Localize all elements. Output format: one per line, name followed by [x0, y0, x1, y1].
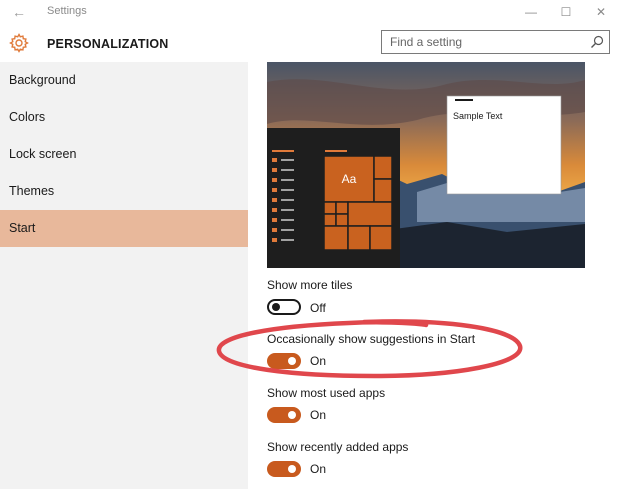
maximize-button[interactable]: ☐: [556, 3, 576, 21]
toggle-knob: [288, 465, 296, 473]
window-title: Settings: [47, 5, 87, 17]
title-bar: ← Settings — ☐ ✕: [0, 0, 620, 25]
preview-tiles: [323, 155, 393, 251]
header: PERSONALIZATION: [0, 25, 620, 62]
show-recently-added-state: On: [310, 462, 327, 476]
minimize-button[interactable]: —: [521, 3, 541, 21]
toggle-knob: [288, 411, 296, 419]
show-suggestions-toggle[interactable]: [267, 353, 301, 369]
sidebar-item-themes[interactable]: Themes: [0, 173, 248, 210]
sidebar-item-background[interactable]: Background: [0, 62, 248, 99]
preview-tile-label: Aa: [342, 172, 357, 186]
show-most-used-label: Show most used apps: [267, 386, 386, 400]
toggle-knob: [272, 303, 280, 311]
search-box[interactable]: [381, 30, 610, 54]
show-more-tiles-label: Show more tiles: [267, 278, 353, 292]
sidebar-item-start[interactable]: Start: [0, 210, 248, 247]
show-suggestions-state: On: [310, 354, 327, 368]
gear-icon: [9, 33, 29, 53]
search-icon[interactable]: [589, 34, 605, 50]
close-button[interactable]: ✕: [591, 3, 611, 21]
show-more-tiles-toggle[interactable]: [267, 299, 301, 315]
preview-sample-text: Sample Text: [453, 111, 503, 121]
show-recently-added-label: Show recently added apps: [267, 440, 409, 454]
sidebar-item-colors[interactable]: Colors: [0, 99, 248, 136]
page-title: PERSONALIZATION: [47, 37, 169, 51]
search-input[interactable]: [390, 34, 580, 50]
main-panel: Aa Sample Text Show more tiles Off Occas…: [248, 62, 620, 489]
sidebar-item-lock-screen[interactable]: Lock screen: [0, 136, 248, 173]
start-preview-image: Aa Sample Text: [267, 62, 585, 268]
show-most-used-toggle[interactable]: [267, 407, 301, 423]
show-recently-added-toggle[interactable]: [267, 461, 301, 477]
show-more-tiles-state: Off: [310, 301, 326, 315]
show-suggestions-label: Occasionally show suggestions in Start: [267, 332, 476, 346]
toggle-knob: [288, 357, 296, 365]
back-arrow-icon[interactable]: ←: [10, 3, 28, 21]
show-most-used-state: On: [310, 408, 327, 422]
sidebar: Background Colors Lock screen Themes Sta…: [0, 62, 248, 489]
